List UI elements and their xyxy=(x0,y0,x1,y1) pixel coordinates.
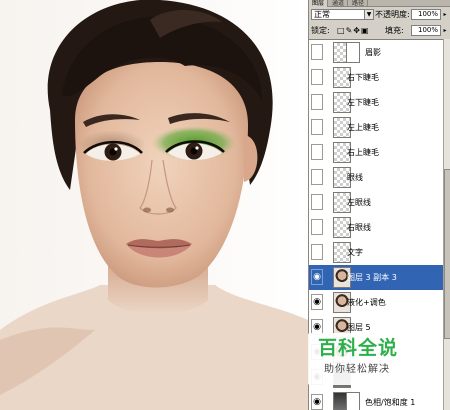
layer-link-slot xyxy=(325,294,331,310)
layer-link-slot xyxy=(325,69,331,85)
layer-row[interactable]: 眼线 xyxy=(309,165,443,191)
blend-mode-select[interactable]: 正常 ▼ xyxy=(311,9,374,20)
layer-name: 左下睫毛 xyxy=(347,98,379,107)
tab-paths[interactable]: 路径 xyxy=(349,0,369,7)
lock-all-icon[interactable]: ▣ xyxy=(361,26,370,35)
visibility-eye-icon[interactable] xyxy=(311,244,323,260)
panel-tab-bar: 图层 通道 路径 xyxy=(309,0,450,7)
lock-icons[interactable]: □✎✥▣ xyxy=(337,25,370,36)
layer-name: 右上睫毛 xyxy=(347,148,379,157)
layer-row[interactable]: 文字 xyxy=(309,240,443,266)
lock-move-icon[interactable]: ✥ xyxy=(353,26,361,35)
layer-row[interactable]: 左上睫毛 xyxy=(309,115,443,141)
watermark-logo: 百科全说 xyxy=(318,337,399,359)
layer-link-slot xyxy=(325,219,331,235)
layer-name: 左眼线 xyxy=(347,198,371,207)
image-canvas[interactable] xyxy=(0,0,308,410)
visibility-eye-icon[interactable] xyxy=(311,194,323,210)
layer-name: 右下睫毛 xyxy=(347,73,379,82)
layer-mask-thumbnail[interactable] xyxy=(346,42,360,63)
blend-opacity-row: 正常 ▼ 不透明度: 100% ▸ xyxy=(309,8,450,21)
layer-list-scrollbar[interactable] xyxy=(443,39,450,410)
visibility-eye-icon[interactable]: ◉ xyxy=(311,269,323,285)
opacity-slider-arrow-icon[interactable]: ▸ xyxy=(442,9,448,20)
blend-mode-value: 正常 xyxy=(314,10,330,19)
visibility-eye-icon[interactable] xyxy=(311,219,323,235)
tab-channels[interactable]: 通道 xyxy=(329,0,349,7)
chevron-down-icon: ▼ xyxy=(364,10,373,19)
layer-link-slot xyxy=(325,244,331,260)
layer-row[interactable]: 右下睫毛 xyxy=(309,65,443,91)
layer-row[interactable]: ◉ 液化+调色 xyxy=(309,290,443,316)
layer-name: 右眼线 xyxy=(347,223,371,232)
layer-name: 左上睫毛 xyxy=(347,123,379,132)
layer-link-slot xyxy=(325,269,331,285)
visibility-eye-icon[interactable] xyxy=(311,44,323,60)
fill-input[interactable]: 100% xyxy=(411,25,441,36)
layer-name: 文字 xyxy=(347,248,363,257)
layer-link-slot xyxy=(325,94,331,110)
lock-fill-row: 锁定: □✎✥▣ 填充: 100% ▸ xyxy=(309,24,450,37)
watermark-tagline: 助你轻松解决 xyxy=(324,364,390,375)
layer-link-slot xyxy=(325,169,331,185)
layer-row[interactable]: ◉ 图层 3 副本 3 xyxy=(309,265,443,291)
layer-row[interactable]: 左下睫毛 xyxy=(309,90,443,116)
layer-link-slot xyxy=(325,44,331,60)
layer-row[interactable]: 眉影 xyxy=(309,40,443,66)
visibility-eye-icon[interactable]: ◉ xyxy=(311,294,323,310)
layer-name: 眼线 xyxy=(347,173,363,182)
layer-name: 图层 3 副本 3 xyxy=(347,273,397,282)
visibility-eye-icon[interactable] xyxy=(311,169,323,185)
opacity-input[interactable]: 100% xyxy=(411,9,441,20)
opacity-label: 不透明度: xyxy=(375,10,410,19)
portrait-photo xyxy=(0,0,308,410)
layer-name: 液化+调色 xyxy=(347,298,386,307)
scrollbar-thumb[interactable] xyxy=(444,169,450,339)
visibility-eye-icon[interactable] xyxy=(311,94,323,110)
fill-label: 填充: xyxy=(385,26,404,35)
layer-row[interactable]: 右上睫毛 xyxy=(309,140,443,166)
layer-row[interactable]: 右眼线 xyxy=(309,215,443,241)
lock-transparent-icon[interactable]: □ xyxy=(337,26,346,35)
layer-link-slot xyxy=(325,194,331,210)
layer-mask-thumbnail[interactable] xyxy=(346,392,360,410)
lock-label: 锁定: xyxy=(311,26,330,35)
fill-slider-arrow-icon[interactable]: ▸ xyxy=(442,25,448,36)
layer-row[interactable]: ◉ 色相/饱和度 1 xyxy=(309,390,443,410)
layer-link-slot xyxy=(325,394,331,410)
visibility-eye-icon[interactable]: ◉ xyxy=(311,394,323,410)
layer-row[interactable]: 左眼线 xyxy=(309,190,443,216)
layer-name: 眉影 xyxy=(365,48,381,57)
watermark-badge: 百科全说 助你轻松解决 xyxy=(308,333,432,385)
layer-link-slot xyxy=(325,119,331,135)
visibility-eye-icon[interactable] xyxy=(311,69,323,85)
layer-name: 色相/饱和度 1 xyxy=(365,398,416,407)
tab-layers[interactable]: 图层 xyxy=(309,0,329,7)
layer-link-slot xyxy=(325,144,331,160)
visibility-eye-icon[interactable] xyxy=(311,144,323,160)
visibility-eye-icon[interactable] xyxy=(311,119,323,135)
